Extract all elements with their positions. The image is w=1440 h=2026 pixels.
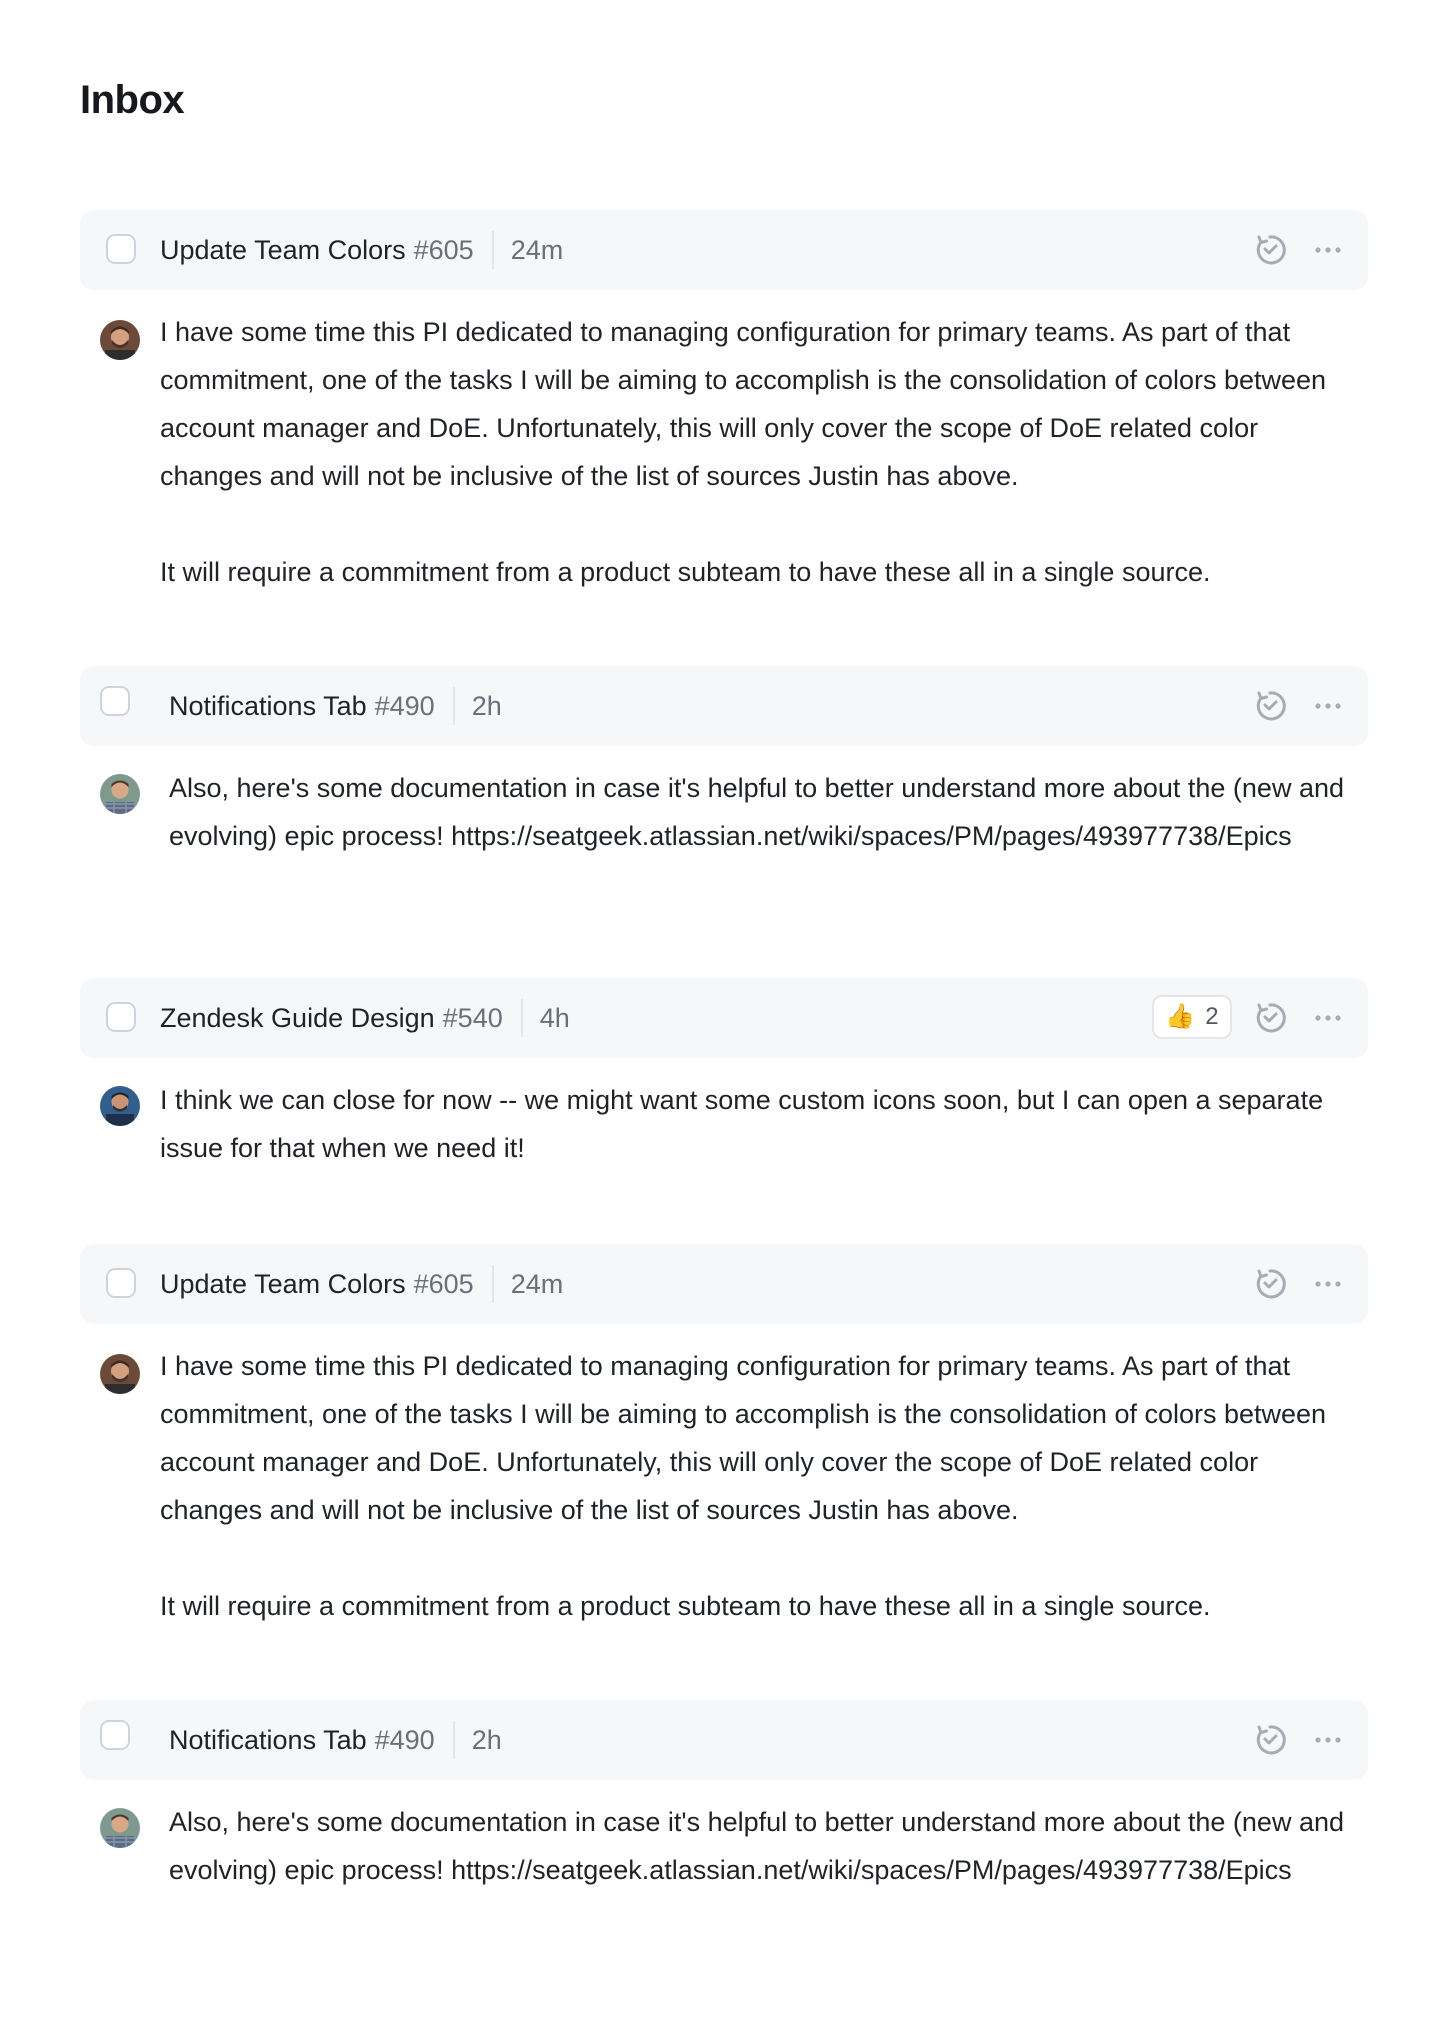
thread-time: 2h bbox=[471, 690, 502, 721]
thumbs-up-icon: 👍 bbox=[1165, 1003, 1196, 1030]
inbox-thread: Zendesk Guide Design #540 4h 👍 2 I think… bbox=[80, 978, 1368, 1163]
thread-name: Notifications Tab bbox=[169, 1724, 367, 1755]
snooze-icon[interactable] bbox=[1252, 1000, 1288, 1036]
more-horizontal-icon[interactable] bbox=[1310, 1000, 1346, 1036]
message-paragraph: It will require a commitment from a prod… bbox=[160, 557, 1211, 587]
inbox-thread: Update Team Colors #605 24m I have some … bbox=[80, 1244, 1368, 1621]
thread-name: Update Team Colors bbox=[160, 1268, 406, 1299]
more-horizontal-icon[interactable] bbox=[1310, 1266, 1346, 1302]
thread-title[interactable]: Notifications Tab #490 2h bbox=[169, 1700, 502, 1780]
page-title: Inbox bbox=[80, 78, 185, 122]
thread-title[interactable]: Notifications Tab #490 2h bbox=[169, 666, 502, 746]
message-paragraph: Also, here's some documentation in case … bbox=[169, 1807, 1345, 1885]
thread-number: #490 bbox=[374, 690, 435, 721]
thread-checkbox[interactable] bbox=[106, 1002, 136, 1032]
header-divider bbox=[491, 1265, 494, 1303]
inbox-thread: Notifications Tab #490 2h Also, here's s… bbox=[80, 1700, 1368, 1885]
thread-time: 24m bbox=[510, 1268, 564, 1299]
message-paragraph: I have some time this PI dedicated to ma… bbox=[160, 317, 1327, 491]
thread-number: #490 bbox=[374, 1724, 435, 1755]
message-body: Also, here's some documentation in case … bbox=[169, 1798, 1352, 1894]
thread-number: #540 bbox=[442, 1002, 503, 1033]
message-paragraph: Also, here's some documentation in case … bbox=[169, 773, 1345, 851]
thread-header[interactable]: Update Team Colors #605 24m bbox=[80, 1244, 1368, 1324]
reaction-button[interactable]: 👍 2 bbox=[1152, 995, 1232, 1039]
snooze-icon[interactable] bbox=[1252, 1266, 1288, 1302]
message-body: I think we can close for now -- we might… bbox=[160, 1076, 1352, 1172]
snooze-icon[interactable] bbox=[1252, 1722, 1288, 1758]
thread-checkbox[interactable] bbox=[100, 1720, 130, 1750]
user-avatar bbox=[100, 774, 140, 814]
message-body: I have some time this PI dedicated to ma… bbox=[160, 1342, 1352, 1630]
reaction-count: 2 bbox=[1205, 1003, 1219, 1030]
thread-checkbox[interactable] bbox=[106, 1268, 136, 1298]
more-horizontal-icon[interactable] bbox=[1310, 1722, 1346, 1758]
message-paragraph: It will require a commitment from a prod… bbox=[160, 1591, 1211, 1621]
snooze-icon[interactable] bbox=[1252, 688, 1288, 724]
message-body: I have some time this PI dedicated to ma… bbox=[160, 308, 1352, 596]
header-divider bbox=[520, 999, 523, 1037]
thread-header[interactable]: Notifications Tab #490 2h bbox=[80, 666, 1368, 746]
more-horizontal-icon[interactable] bbox=[1310, 232, 1346, 268]
inbox-page: Inbox Update Team Colors #605 24m I have… bbox=[0, 0, 1440, 2026]
thread-time: 4h bbox=[539, 1002, 570, 1033]
user-avatar bbox=[100, 1354, 140, 1394]
thread-header[interactable]: Update Team Colors #605 24m bbox=[80, 210, 1368, 290]
thread-checkbox[interactable] bbox=[100, 686, 130, 716]
thread-number: #605 bbox=[413, 1268, 474, 1299]
header-divider bbox=[452, 1721, 455, 1759]
thread-number: #605 bbox=[413, 234, 474, 265]
message-body: Also, here's some documentation in case … bbox=[169, 764, 1352, 860]
user-avatar bbox=[100, 320, 140, 360]
header-divider bbox=[491, 231, 494, 269]
thread-name: Update Team Colors bbox=[160, 234, 406, 265]
message-paragraph: I think we can close for now -- we might… bbox=[160, 1085, 1324, 1163]
thread-time: 24m bbox=[510, 234, 564, 265]
thread-time: 2h bbox=[471, 1724, 502, 1755]
thread-title[interactable]: Update Team Colors #605 24m bbox=[160, 1244, 563, 1324]
thread-checkbox[interactable] bbox=[106, 234, 136, 264]
user-avatar bbox=[100, 1808, 140, 1848]
inbox-thread: Update Team Colors #605 24m I have some … bbox=[80, 210, 1368, 587]
thread-name: Notifications Tab bbox=[169, 690, 367, 721]
thread-title[interactable]: Update Team Colors #605 24m bbox=[160, 210, 563, 290]
header-divider bbox=[452, 687, 455, 725]
thread-title[interactable]: Zendesk Guide Design #540 4h bbox=[160, 978, 570, 1058]
more-horizontal-icon[interactable] bbox=[1310, 688, 1346, 724]
thread-name: Zendesk Guide Design bbox=[160, 1002, 435, 1033]
thread-header[interactable]: Zendesk Guide Design #540 4h 👍 2 bbox=[80, 978, 1368, 1058]
user-avatar bbox=[100, 1086, 140, 1126]
inbox-thread: Notifications Tab #490 2h Also, here's s… bbox=[80, 666, 1368, 851]
message-paragraph: I have some time this PI dedicated to ma… bbox=[160, 1351, 1327, 1525]
thread-header[interactable]: Notifications Tab #490 2h bbox=[80, 1700, 1368, 1780]
snooze-icon[interactable] bbox=[1252, 232, 1288, 268]
